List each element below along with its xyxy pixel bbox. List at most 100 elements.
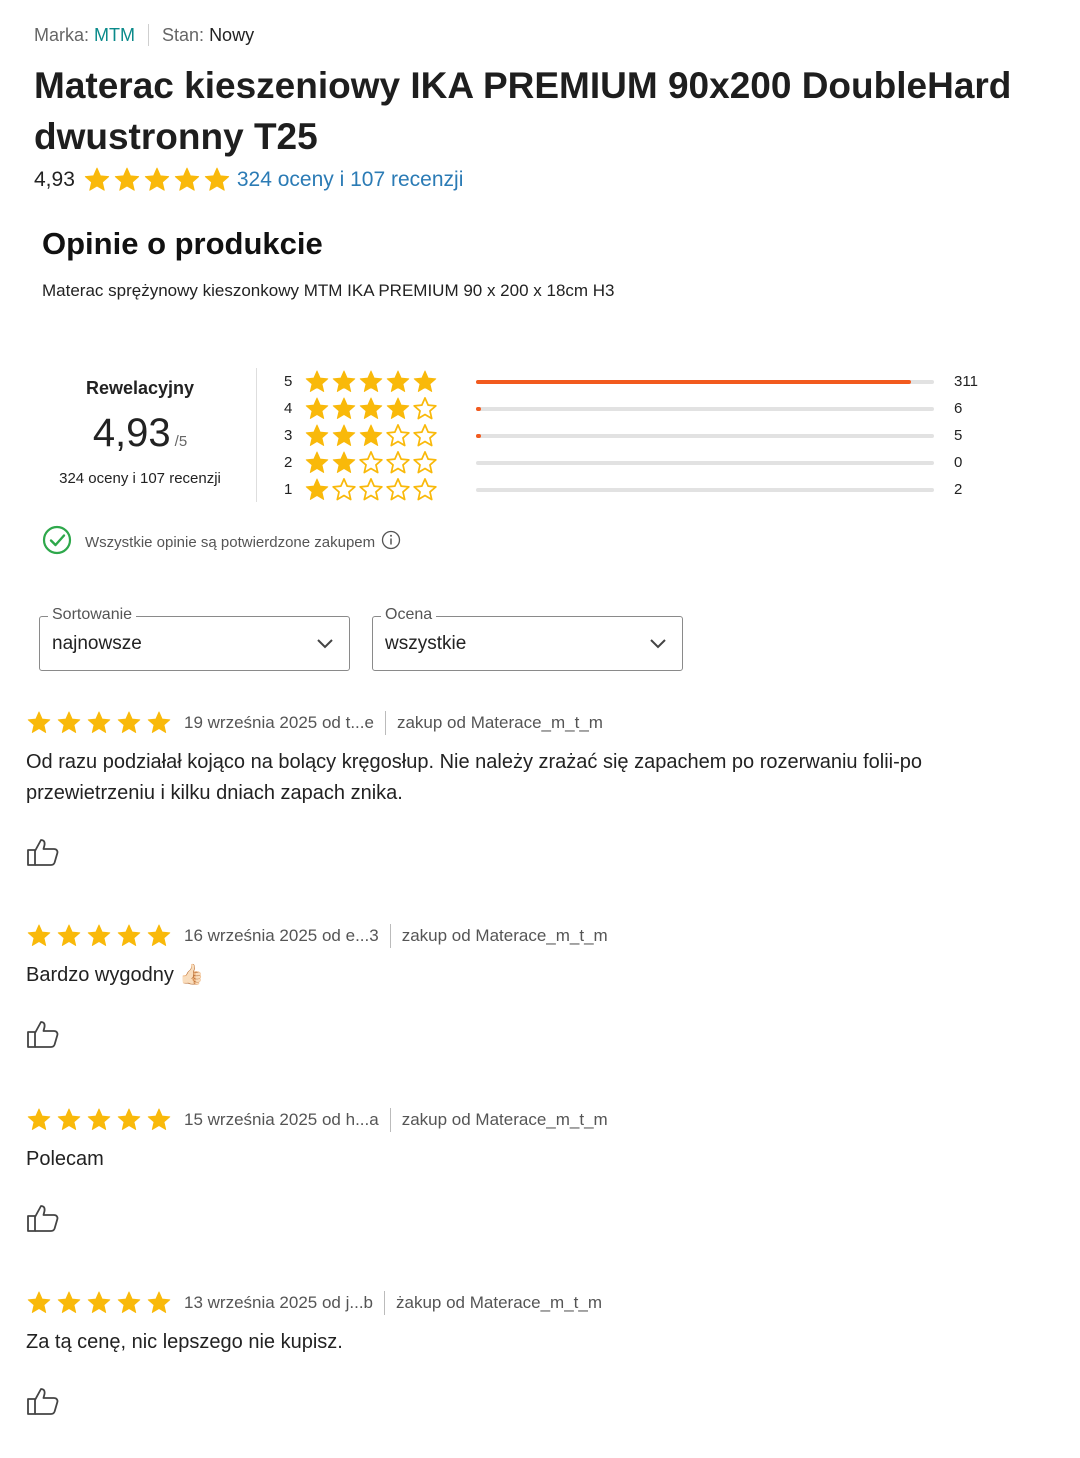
star-outline-icon [412, 396, 438, 422]
review-seller: zakup od Materace_m_t_m [401, 1110, 608, 1129]
star-outline-icon [331, 477, 357, 503]
check-circle-icon [42, 525, 72, 559]
star-icon [116, 1290, 142, 1316]
thumbs-up-icon[interactable] [26, 837, 60, 872]
chevron-down-icon [315, 633, 335, 658]
star-icon [143, 166, 171, 194]
product-rating: 4,93 324 oceny i 107 recenzji [34, 166, 463, 194]
thumbs-up-icon[interactable] [26, 1203, 60, 1238]
star-outline-icon [412, 423, 438, 449]
star-icon [203, 166, 231, 194]
star-icon [331, 450, 357, 476]
star-icon [385, 396, 411, 422]
condition-label: Stan: [162, 24, 205, 45]
brand-link[interactable]: MTM [94, 25, 135, 46]
review-header: 15 września 2025 od h...a zakup od Matera… [26, 1106, 1046, 1134]
review-seller: zakup od Materace_m_t_m [401, 926, 608, 945]
reviews-link[interactable]: 324 oceny i 107 recenzji [237, 168, 463, 192]
distribution-bar-fill [476, 379, 911, 384]
distribution-bar-fill [476, 433, 481, 438]
star-icon [146, 1290, 172, 1316]
rating-score: 4,93 [34, 168, 75, 191]
review-item: 15 września 2025 od h...a zakup od Matera… [26, 1106, 1046, 1238]
star-icon [116, 710, 142, 736]
review-stars [26, 923, 172, 949]
sort-select[interactable]: Sortowanie najnowsze [39, 606, 350, 671]
review-stars [26, 1107, 172, 1133]
star-icon [86, 1107, 112, 1133]
rating-filter-label: Ocena [381, 606, 437, 624]
distribution-row[interactable]: 46 [284, 395, 984, 422]
star-icon [56, 1290, 82, 1316]
review-divider [384, 1291, 386, 1315]
product-meta: Marka: MTM Stan: Nowy [34, 24, 254, 46]
distribution-count: 0 [954, 454, 963, 471]
star-icon [26, 1290, 52, 1316]
distribution-row[interactable]: 20 [284, 449, 984, 476]
condition-value: Nowy [209, 24, 255, 45]
opinions-title: Opinie o produkcie [42, 226, 323, 261]
chevron-down-icon [648, 633, 668, 658]
star-icon [86, 923, 112, 949]
star-outline-icon [358, 477, 384, 503]
distribution-star-label: 3 [284, 427, 293, 444]
star-icon [304, 396, 330, 422]
star-icon [331, 369, 357, 395]
distribution-row[interactable]: 5 311 [284, 368, 984, 395]
distribution-row[interactable]: 35 [284, 422, 984, 449]
review-date: 16 września 2025 od e...3 [184, 926, 379, 945]
rating-stars [83, 166, 231, 194]
thumbs-up-icon[interactable] [26, 1386, 60, 1421]
review-stars [26, 710, 172, 736]
review-divider [389, 924, 391, 948]
review-text: Za tą cenę, nic lepszego nie kupisz. [26, 1331, 343, 1353]
star-icon [86, 710, 112, 736]
review-header: 13 września 2025 od j...b żakup od Matera… [26, 1289, 1046, 1317]
review-item: 19 września 2025 od t...e zakup od Matera… [26, 709, 1046, 872]
star-outline-icon [385, 450, 411, 476]
star-icon [358, 369, 384, 395]
distribution-count: 2 [954, 481, 963, 498]
summary-score-line: 4,93/5 [40, 411, 240, 456]
star-icon [26, 1107, 52, 1133]
distribution-count: 311 [954, 373, 978, 390]
star-icon [146, 923, 172, 949]
star-icon [146, 710, 172, 736]
review-text: Od razu podziałał kojąco na bolący kręgo… [26, 751, 923, 804]
star-icon [304, 450, 330, 476]
product-title: Materac kieszeniowy IKA PREMIUM 90x200 D… [34, 65, 1012, 157]
distribution-star-label: 2 [284, 454, 293, 471]
opinions-subtitle: Materac sprężynowy kieszonkowy MTM IKA P… [42, 281, 615, 300]
star-icon [86, 1290, 112, 1316]
star-icon [113, 166, 141, 194]
star-outline-icon [385, 423, 411, 449]
summary-score: 4,93 [92, 411, 171, 455]
review-text: Polecam [26, 1148, 104, 1170]
rating-summary: Rewelacyjny 4,93/5 324 oceny i 107 recen… [40, 366, 240, 487]
star-icon [56, 923, 82, 949]
sort-label: Sortowanie [48, 606, 137, 624]
distribution-count: 6 [954, 400, 963, 417]
review-seller: zakup od Materace_m_t_m [396, 713, 603, 732]
star-icon [385, 369, 411, 395]
summary-label: Rewelacyjny [85, 378, 195, 398]
review-item: 13 września 2025 od j...b żakup od Matera… [26, 1289, 1046, 1421]
star-icon [26, 923, 52, 949]
review-header: 19 września 2025 od t...e zakup od Matera… [26, 709, 1046, 737]
star-icon [56, 710, 82, 736]
info-icon[interactable] [381, 530, 401, 554]
star-icon [331, 423, 357, 449]
distribution-stars [304, 477, 454, 503]
thumbs-up-icon[interactable] [26, 1019, 60, 1054]
star-icon [56, 1107, 82, 1133]
star-outline-icon [358, 450, 384, 476]
star-icon [304, 423, 330, 449]
star-outline-icon [412, 450, 438, 476]
distribution-bar [476, 406, 934, 411]
rating-filter-select[interactable]: Ocena wszystkie [372, 606, 683, 671]
distribution-stars [304, 450, 454, 476]
star-icon [304, 369, 330, 395]
distribution-bar [476, 379, 934, 384]
distribution-row[interactable]: 12 [284, 476, 984, 503]
star-icon [304, 477, 330, 503]
